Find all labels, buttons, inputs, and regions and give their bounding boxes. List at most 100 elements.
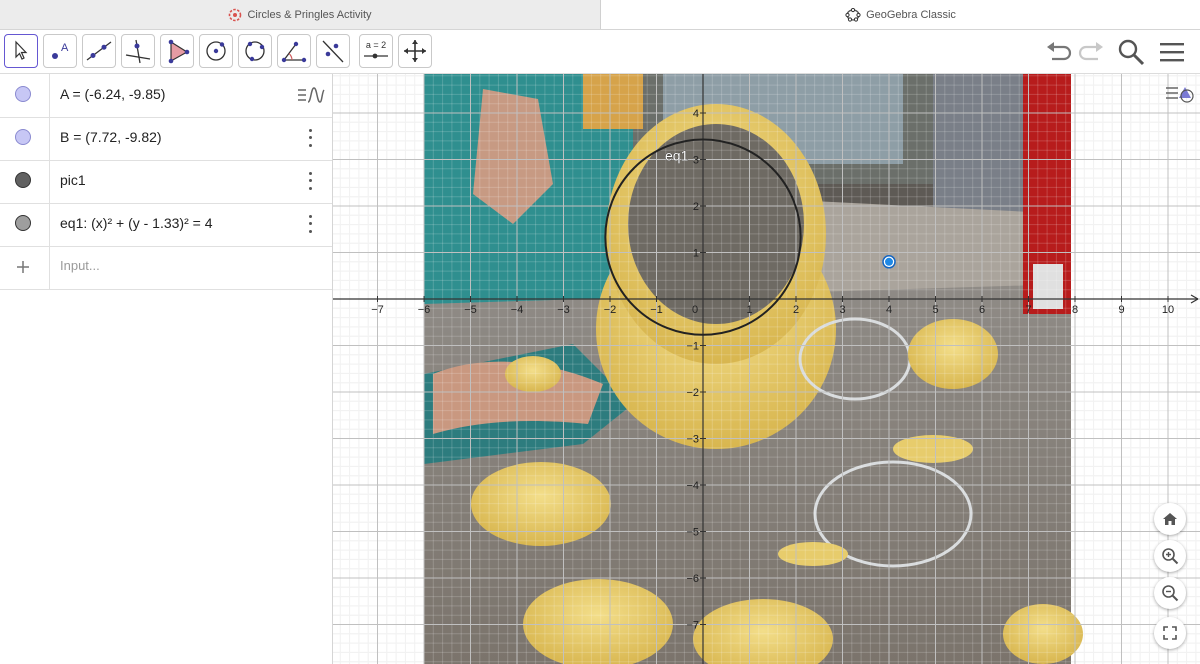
line-icon [86, 41, 112, 61]
graph-style-icon [298, 87, 325, 103]
algebra-row-a[interactable]: A = (-6.24, -9.85) [0, 74, 332, 118]
zoom-out-button[interactable] [1154, 577, 1186, 609]
tab-geogebra-classic[interactable]: GeoGebra Classic [601, 0, 1200, 29]
circle-eq1-label: eq1 [665, 147, 689, 163]
algebra-row-text: A = (-6.24, -9.85) [60, 86, 166, 102]
circle-three-points-icon [245, 41, 265, 62]
polygon-tool[interactable] [160, 34, 194, 68]
activity-logo-icon [229, 8, 242, 21]
reflect-tool[interactable] [316, 34, 350, 68]
x-tick-label: 6 [979, 304, 985, 316]
x-tick-label: −2 [604, 304, 617, 316]
move-arrows-icon [404, 40, 426, 62]
visibility-toggle[interactable] [15, 215, 31, 231]
circle-center-icon [206, 41, 226, 61]
perpendicular-line-tool[interactable] [121, 34, 155, 68]
x-tick-label: 3 [839, 304, 845, 316]
x-tick-label: −4 [511, 304, 524, 316]
algebra-input-row[interactable]: Input... [0, 246, 332, 290]
redo-button[interactable] [1076, 36, 1108, 68]
x-tick-label: 5 [932, 304, 938, 316]
y-tick-label: −5 [686, 527, 699, 539]
perpendicular-icon [125, 39, 151, 64]
x-tick-label: 9 [1118, 304, 1124, 316]
angle-icon [281, 41, 307, 63]
tab-label: GeoGebra Classic [866, 8, 956, 21]
point-tool[interactable]: A [43, 34, 77, 68]
x-tick-label: −6 [418, 304, 431, 316]
zoom-in-button[interactable] [1154, 540, 1186, 572]
undo-button[interactable] [1042, 36, 1074, 68]
point-icon: A [52, 42, 69, 59]
hamburger-menu-icon [1160, 43, 1184, 62]
move-graphics-view-tool[interactable] [398, 34, 432, 68]
graphics-view[interactable]: −7 −6 −5 −4 −3 −2 −1 0 1 2 3 4 5 6 7 8 9 10 4 3 2 1 −1 −2 −3 −4 −5… [333, 74, 1200, 664]
circle-center-point-tool[interactable] [199, 34, 233, 68]
move-tool[interactable] [4, 34, 38, 68]
polygon-icon [168, 39, 190, 64]
algebra-input-field[interactable]: Input... [60, 258, 100, 273]
pic1-image [424, 74, 1083, 664]
home-icon [1163, 513, 1177, 525]
bullet-column [0, 246, 50, 289]
geogebra-logo-icon [845, 7, 861, 22]
y-tick-label: 1 [693, 248, 699, 260]
bullet-column [0, 203, 50, 246]
y-tick-label: 2 [693, 201, 699, 213]
bullet-column [0, 160, 50, 203]
x-tick-label: 8 [1072, 304, 1078, 316]
more-options-menu[interactable] [300, 213, 320, 235]
more-options-menu[interactable] [300, 170, 320, 192]
search-button[interactable] [1115, 36, 1147, 68]
y-tick-label: 3 [693, 155, 699, 167]
algebra-row-b[interactable]: B = (7.72, -9.82) [0, 117, 332, 161]
search-icon [1118, 39, 1145, 66]
visibility-toggle[interactable] [15, 86, 31, 102]
tab-label: Circles & Pringles Activity [247, 8, 372, 21]
circle-three-points-tool[interactable] [238, 34, 272, 68]
redo-icon [1078, 42, 1103, 61]
algebra-row-eq1[interactable]: eq1: (x)² + (y - 1.33)² = 4 [0, 203, 332, 247]
x-tick-label: 4 [886, 304, 892, 316]
plus-icon [17, 261, 29, 273]
x-tick-label: −5 [464, 304, 477, 316]
visibility-toggle[interactable] [15, 172, 31, 188]
algebra-view-style-button[interactable] [296, 82, 326, 108]
svg-text:A: A [61, 42, 69, 54]
standard-view-button[interactable] [1154, 503, 1186, 535]
angle-tool[interactable] [277, 34, 311, 68]
graphics-style-bar-toggle[interactable] [1163, 80, 1195, 108]
y-tick-label: −7 [686, 620, 699, 632]
fullscreen-button[interactable] [1154, 617, 1186, 649]
toolbar: A a = 2 [0, 30, 1200, 74]
reflect-icon [322, 40, 344, 63]
algebra-row-text: B = (7.72, -9.82) [60, 129, 162, 145]
x-tick-label: 2 [793, 304, 799, 316]
undo-icon [1047, 42, 1072, 61]
line-tool[interactable] [82, 34, 116, 68]
more-options-menu[interactable] [300, 127, 320, 149]
main-menu-button[interactable] [1156, 36, 1188, 68]
y-tick-label: 4 [693, 108, 699, 120]
algebra-row-text: eq1: (x)² + (y - 1.33)² = 4 [60, 215, 213, 231]
x-tick-label: 1 [746, 304, 752, 316]
algebra-row-pic1[interactable]: pic1 [0, 160, 332, 204]
y-tick-label: −2 [686, 387, 699, 399]
slider-tool-label: a = 2 [366, 40, 386, 50]
selected-point[interactable] [882, 255, 896, 269]
slider-icon: a = 2 [364, 40, 388, 59]
x-tick-label: −7 [371, 304, 384, 316]
zoom-out-icon [1162, 585, 1179, 602]
y-tick-label: −6 [686, 573, 699, 585]
y-tick-label: −4 [686, 480, 699, 492]
x-tick-label: −3 [557, 304, 570, 316]
x-tick-label: 7 [1025, 304, 1031, 316]
arrow-cursor-icon [15, 40, 28, 60]
tab-circles-pringles[interactable]: Circles & Pringles Activity [0, 0, 601, 29]
fullscreen-icon [1163, 626, 1177, 640]
zoom-in-icon [1162, 548, 1179, 565]
style-bar-icon [1166, 87, 1194, 103]
y-tick-label: −3 [686, 434, 699, 446]
visibility-toggle[interactable] [15, 129, 31, 145]
slider-tool[interactable]: a = 2 [359, 34, 393, 68]
